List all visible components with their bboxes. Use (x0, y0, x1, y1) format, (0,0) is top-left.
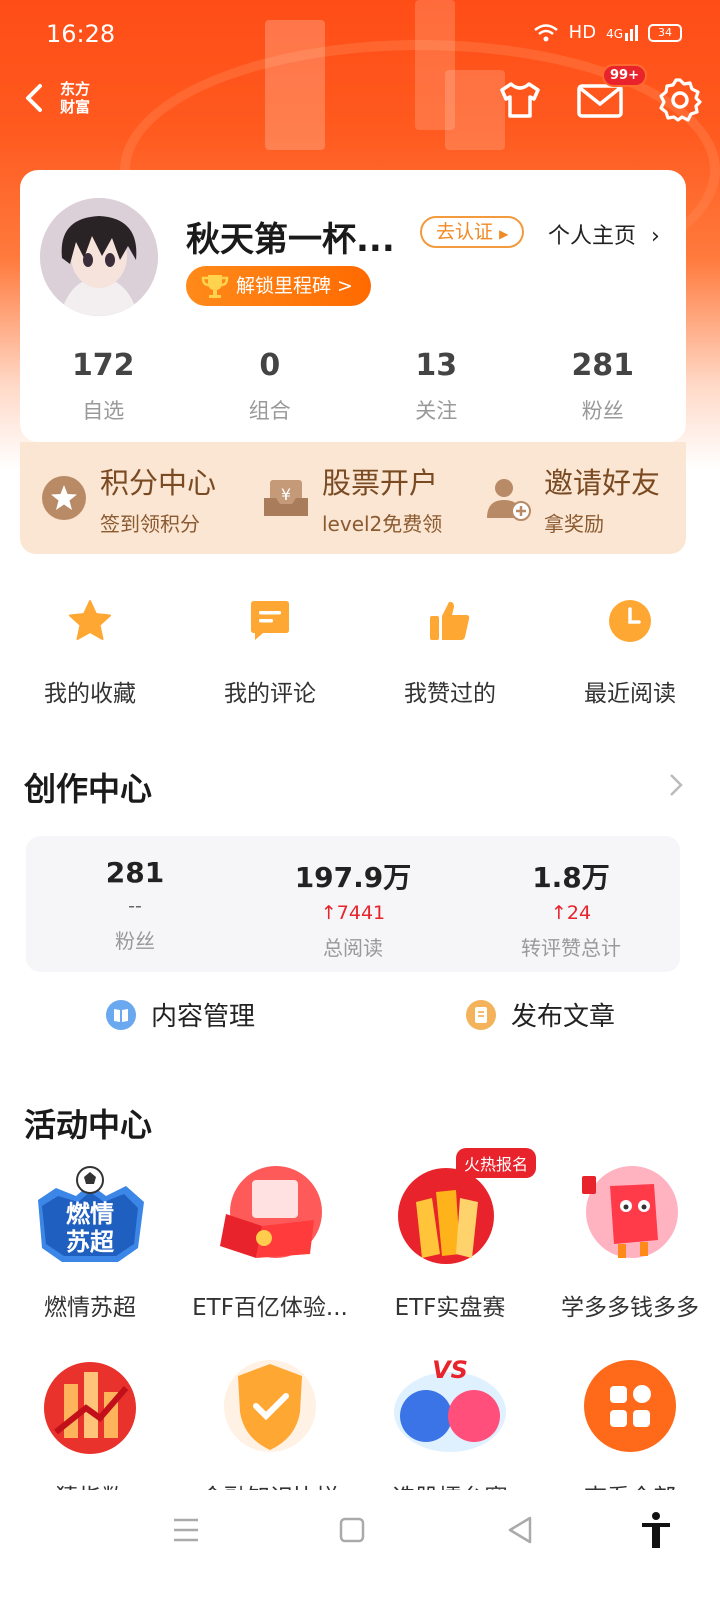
accessibility-icon[interactable] (636, 1510, 676, 1550)
unlock-milestone-button[interactable]: 解锁里程碑 > (186, 266, 371, 306)
activity-finance-quiz[interactable]: 金融知识比拼 (180, 1352, 360, 1512)
shield-check-art (224, 1360, 316, 1452)
svg-text:燃情: 燃情 (66, 1200, 114, 1228)
recent-reading-button[interactable]: 最近阅读 (540, 598, 720, 708)
boxing-gloves-art: VS (394, 1356, 506, 1452)
open-account-entry[interactable]: ¥ 股票开户 level2免费领 (242, 442, 464, 554)
quick-actions: 我的收藏 我的评论 我赞过的 最近阅读 (0, 598, 720, 708)
header-actions: 99+ (494, 64, 706, 126)
my-likes-button[interactable]: 我赞过的 (360, 598, 540, 708)
network-label: HD (568, 22, 597, 43)
activity-row-1: 燃情 苏超 燃情苏超 ETF百亿体验... 火热报名 ETF实盘赛 学多多钱多多 (0, 1148, 720, 1322)
hot-signup-tag: 火热报名 (456, 1148, 537, 1178)
soccer-event-art: 燃情 苏超 (38, 1166, 144, 1262)
activity-stock-battle[interactable]: VS 选股擂台赛 (360, 1352, 540, 1512)
star-icon (69, 600, 111, 640)
chevron-right-icon: › (651, 224, 660, 249)
menu-icon[interactable] (166, 1510, 206, 1550)
mascot-art (582, 1166, 678, 1258)
top-nav-bar: 东方 财富 99+ (0, 64, 720, 130)
creator-stat-followers[interactable]: 281 -- 粉丝 (26, 836, 244, 972)
star-coin-icon (42, 476, 86, 520)
chevron-right-icon[interactable] (666, 770, 686, 800)
yuan-box-icon: ¥ (264, 480, 308, 516)
activity-learn-earn[interactable]: 学多多钱多多 (540, 1162, 720, 1322)
book-icon (105, 999, 136, 1030)
svg-text:VS: VS (432, 1356, 468, 1384)
profile-stats: 172 自选 0 组合 13 关注 281 粉丝 (20, 348, 686, 425)
points-center-entry[interactable]: 积分中心 签到领积分 (20, 442, 242, 554)
clock-icon (609, 600, 651, 642)
app-logo: 东方 财富 (60, 80, 91, 116)
chart-arrow-art (44, 1362, 136, 1454)
comment-icon (251, 601, 289, 640)
system-navigation-bar (0, 1490, 720, 1600)
activity-etf-contest[interactable]: 火热报名 ETF实盘赛 (360, 1148, 540, 1322)
activity-suchao[interactable]: 燃情 苏超 燃情苏超 (0, 1162, 180, 1322)
red-envelope-art (220, 1166, 322, 1258)
stat-followers[interactable]: 281 粉丝 (520, 348, 687, 425)
status-bar: 16:28 HD 4G 34 (0, 0, 720, 70)
creator-stat-total-reads[interactable]: 197.9万 ↑7441 总阅读 (244, 836, 462, 972)
profile-card: 秋天第一杯... 去认证 ▶ 个人主页 › 解锁里程碑 > 172 自选 0 组… (20, 170, 686, 442)
avatar-image (40, 198, 158, 316)
verify-button[interactable]: 去认证 ▶ (420, 216, 525, 248)
creator-stats-panel: 281 -- 粉丝 197.9万 ↑7441 总阅读 1.8万 ↑24 转评赞总… (26, 836, 680, 972)
content-management-button[interactable]: 内容管理 (0, 996, 360, 1033)
home-square-icon[interactable] (332, 1510, 372, 1550)
activity-row-2: 猜指数 金融知识比拼 VS 选股擂台赛 查看全部 (0, 1352, 720, 1512)
battery-icon: 34 (648, 23, 682, 42)
mail-button[interactable]: 99+ (574, 64, 647, 126)
invite-friends-entry[interactable]: 邀请好友 拿奖励 (464, 442, 686, 554)
personal-homepage-link[interactable]: 个人主页 › (548, 218, 660, 250)
thumbs-up-icon (430, 601, 470, 640)
add-user-icon (487, 479, 531, 521)
activity-center-title: 活动中心 (24, 1106, 153, 1144)
view-all-activities[interactable]: 查看全部 (540, 1352, 720, 1512)
my-favorites-button[interactable]: 我的收藏 (0, 598, 180, 708)
grid-apps-icon (584, 1360, 676, 1452)
signal-icon: 4G (606, 24, 638, 41)
gold-bars-art (398, 1168, 494, 1264)
status-indicators: HD 4G 34 (533, 22, 682, 43)
creator-stat-engagement[interactable]: 1.8万 ↑24 转评赞总计 (462, 836, 680, 972)
avatar[interactable] (40, 198, 158, 316)
back-triangle-icon[interactable] (500, 1510, 540, 1550)
creator-center-title: 创作中心 (24, 770, 153, 808)
stat-watchlist[interactable]: 172 自选 (20, 348, 187, 425)
tshirt-icon[interactable] (494, 74, 546, 126)
wifi-icon (533, 23, 558, 41)
caret-right-icon: ▶ (499, 227, 509, 241)
arrow-up-icon: ↑ (320, 902, 337, 924)
stat-portfolio[interactable]: 0 组合 (187, 348, 354, 425)
mail-badge: 99+ (602, 64, 647, 87)
trophy-icon (201, 275, 229, 298)
arrow-up-icon: ↑ (550, 902, 567, 924)
svg-text:¥: ¥ (281, 485, 291, 504)
my-comments-button[interactable]: 我的评论 (180, 598, 360, 708)
stat-following[interactable]: 13 关注 (353, 348, 520, 425)
document-icon (465, 999, 496, 1030)
svg-text:苏超: 苏超 (66, 1228, 115, 1256)
activity-etf-experience[interactable]: ETF百亿体验... (180, 1162, 360, 1322)
back-icon[interactable] (16, 78, 56, 118)
username: 秋天第一杯... (186, 220, 395, 260)
settings-icon[interactable] (654, 74, 706, 126)
creator-actions: 内容管理 发布文章 (0, 996, 720, 1033)
publish-article-button[interactable]: 发布文章 (360, 996, 720, 1033)
activity-guess-index[interactable]: 猜指数 (0, 1352, 180, 1512)
promo-strip: 积分中心 签到领积分 ¥ 股票开户 level2免费领 邀请好友 拿奖励 (20, 442, 686, 554)
status-time: 16:28 (46, 20, 116, 48)
